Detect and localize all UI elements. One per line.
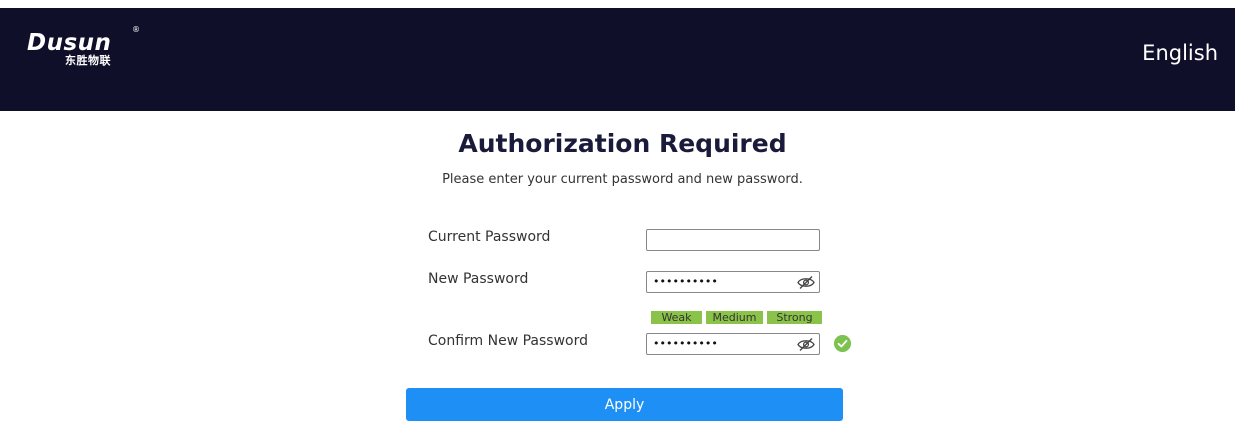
logo-subtext: 东胜物联 xyxy=(65,54,111,67)
confirm-password-field[interactable]: •••••••••• xyxy=(646,333,820,355)
current-password-label: Current Password xyxy=(428,229,551,245)
top-header: Dusun ® 东胜物联 English xyxy=(0,8,1235,111)
check-circle-icon xyxy=(834,335,851,352)
language-selector[interactable]: English xyxy=(1142,41,1218,65)
confirm-password-value: •••••••••• xyxy=(653,337,718,350)
new-password-field[interactable]: •••••••••• xyxy=(646,271,820,293)
page-subtitle: Please enter your current password and n… xyxy=(442,172,803,187)
strength-medium-badge: Medium xyxy=(706,311,763,324)
eye-slash-icon[interactable] xyxy=(797,275,815,290)
logo-registered-mark: ® xyxy=(132,25,140,34)
strength-strong-badge: Strong xyxy=(767,311,822,324)
new-password-label: New Password xyxy=(428,271,529,287)
current-password-field[interactable] xyxy=(646,229,820,251)
confirm-password-label: Confirm New Password xyxy=(428,333,589,349)
apply-button[interactable]: Apply xyxy=(406,388,843,421)
strength-weak-badge: Weak xyxy=(651,311,702,324)
new-password-value: •••••••••• xyxy=(653,275,718,288)
page-title: Authorization Required xyxy=(458,129,787,158)
eye-slash-icon[interactable] xyxy=(797,337,815,352)
logo-wordmark: Dusun xyxy=(27,30,112,56)
dusun-logo: Dusun ® 东胜物联 xyxy=(27,25,140,67)
